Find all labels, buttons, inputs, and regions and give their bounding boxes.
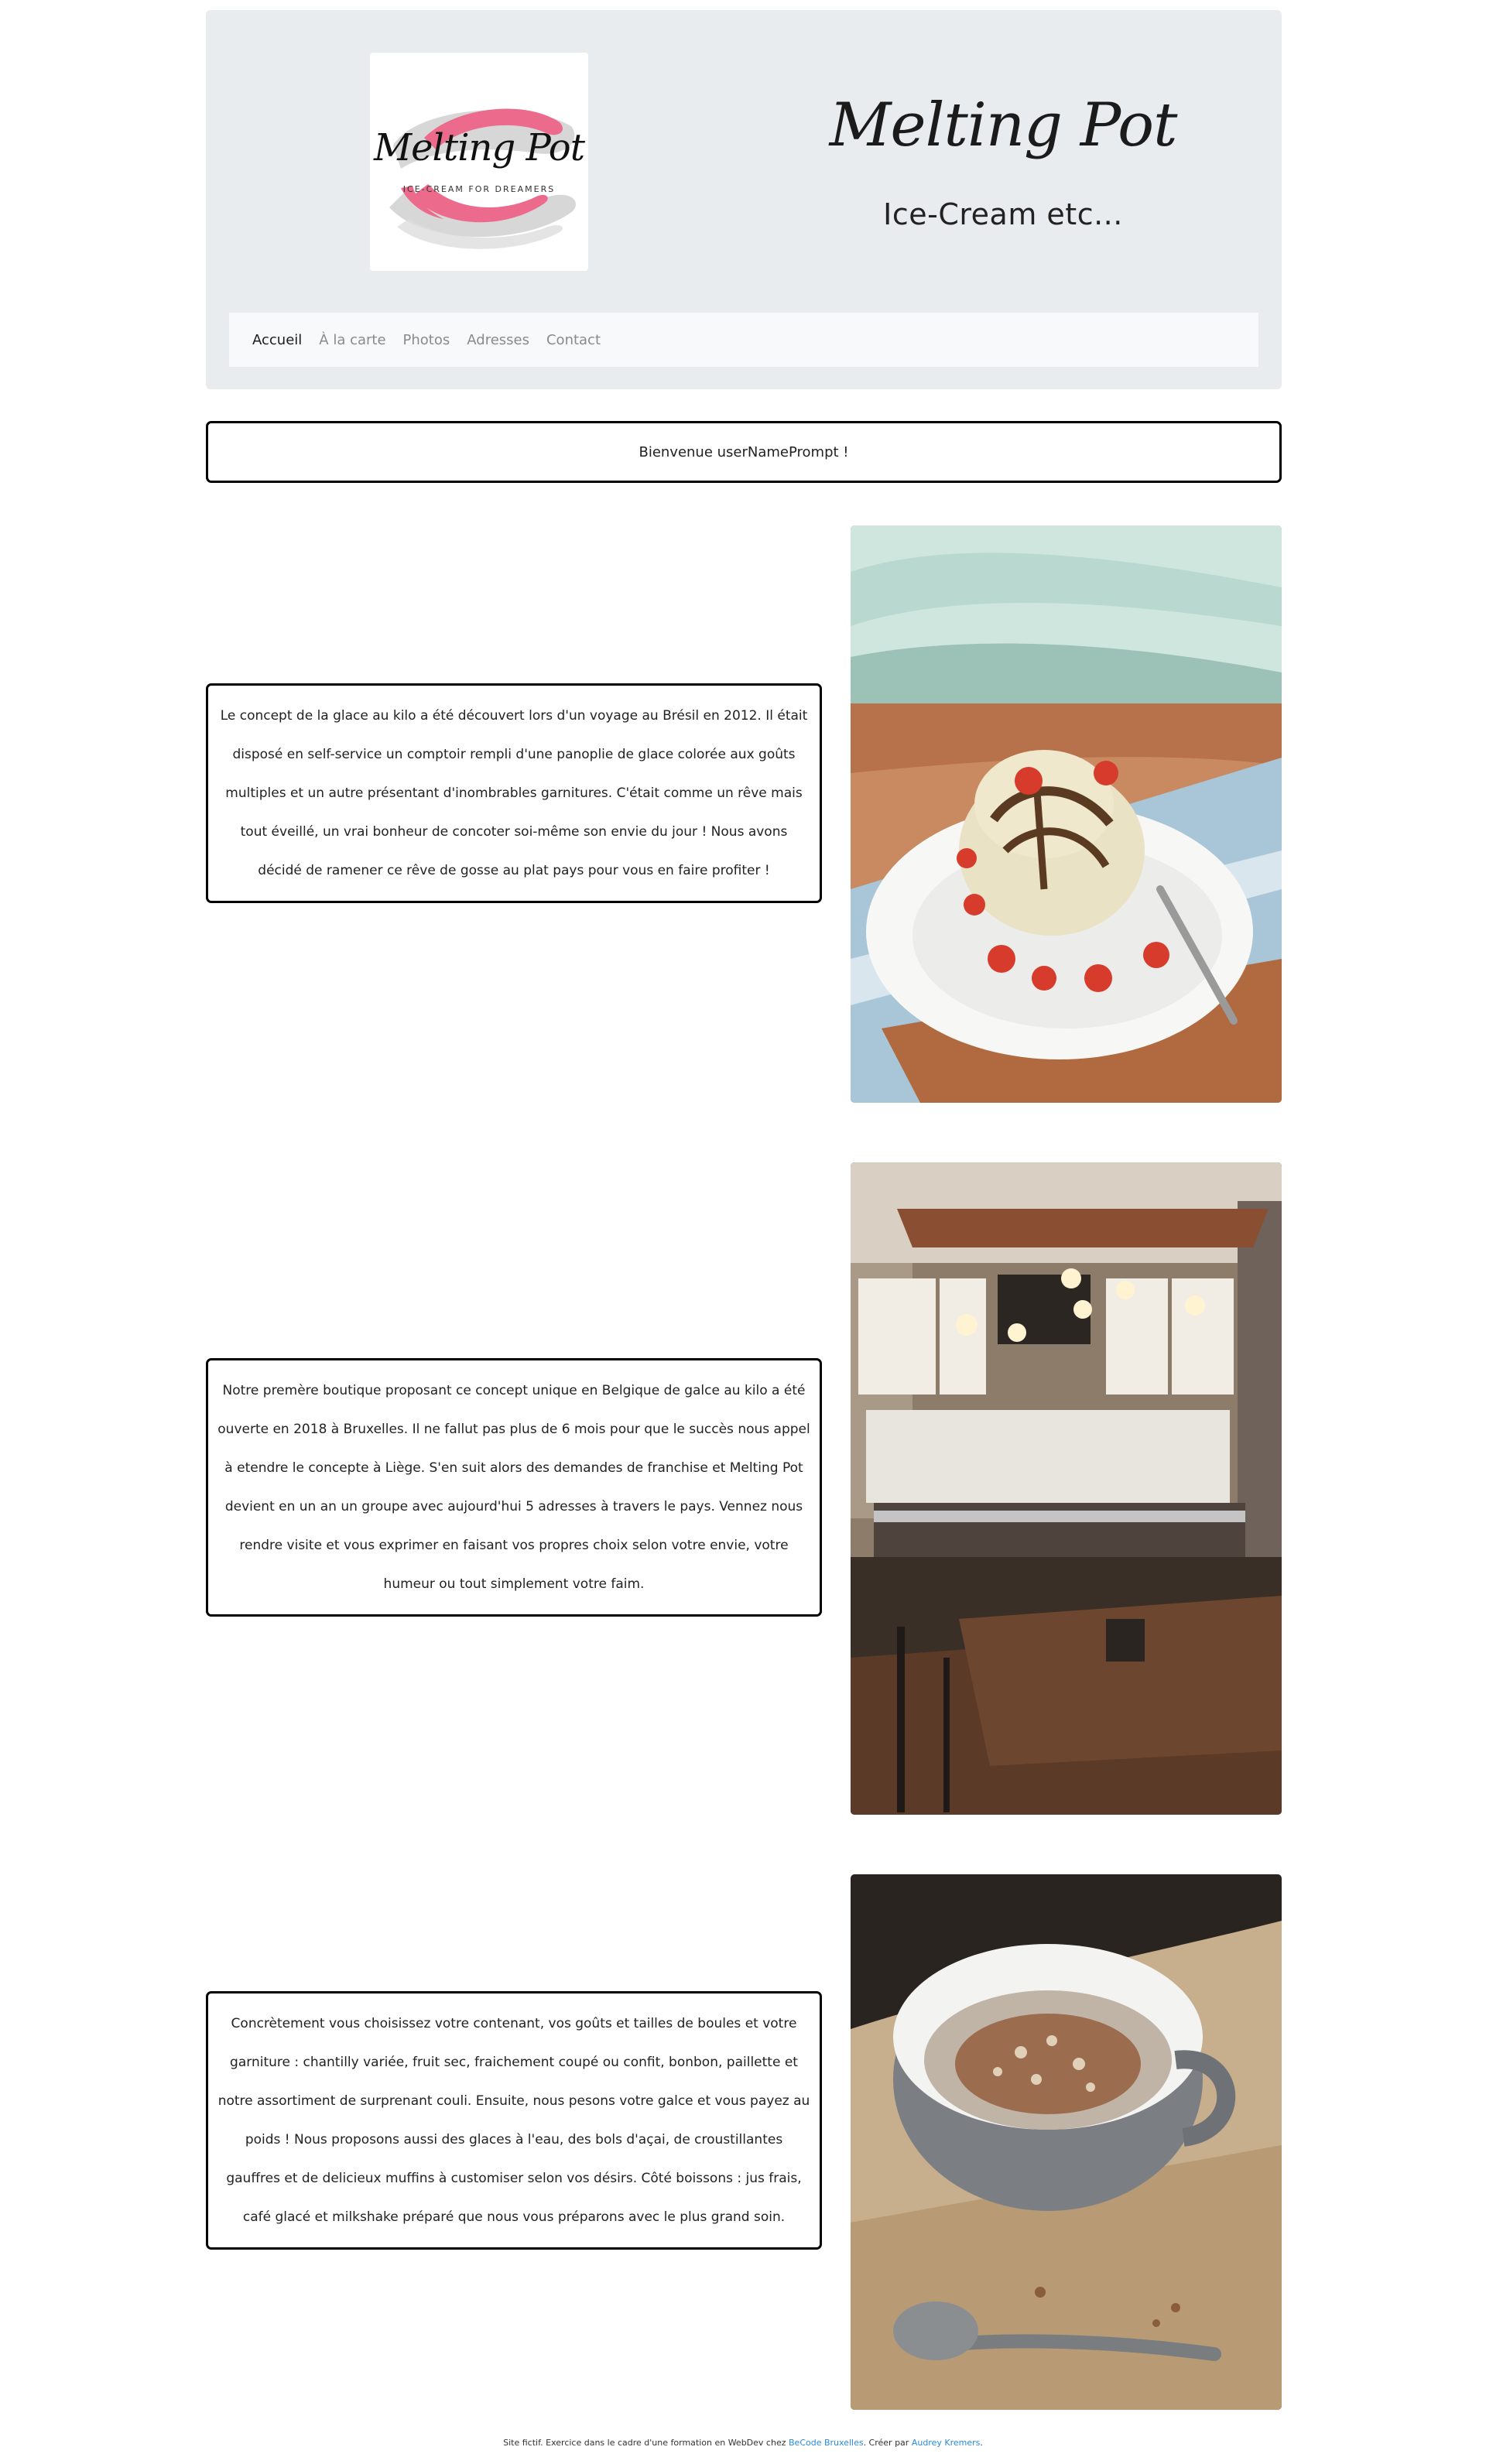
logo-brand-text: Melting Pot [374,126,585,169]
brand-logo[interactable]: Melting Pot ICE-CREAM FOR DREAMERS [370,53,588,271]
site-subtitle: Ice-Cream etc... [883,197,1123,231]
footer-link-author[interactable]: Audrey Kremers [912,2438,981,2448]
granola-bowl-photo [851,1874,1282,2410]
nav-item-photos[interactable]: Photos [403,332,450,348]
ice-cream-sundae-photo [851,525,1282,1103]
cafe-interior-photo [851,1162,1282,1815]
nav-item-contact[interactable]: Contact [546,332,601,348]
site-footer: Site fictif. Exercice dans le cadre d'un… [0,2438,1486,2448]
footer-end: . [980,2438,983,2448]
main-navbar: Accueil À la carte Photos Adresses Conta… [229,313,1258,367]
how-it-works-text-box: Concrètement vous choisissez votre conte… [206,1991,822,2250]
footer-text: Site fictif. Exercice dans le cadre d'un… [503,2438,786,2448]
footer-credit-text: . Créer par [863,2438,909,2448]
nav-item-a-la-carte[interactable]: À la carte [319,332,385,348]
history-text-box: Notre premère boutique proposant ce conc… [206,1358,822,1617]
welcome-banner: Bienvenue userNamePrompt ! [206,421,1282,483]
site-title: Melting Pot [829,91,1178,160]
logo-tagline: ICE-CREAM FOR DREAMERS [402,184,556,194]
footer-link-becode[interactable]: BeCode Bruxelles [789,2438,864,2448]
site-header: Melting Pot ICE-CREAM FOR DREAMERS Melti… [206,10,1282,389]
concept-text-box: Le concept de la glace au kilo a été déc… [206,683,822,903]
nav-item-adresses[interactable]: Adresses [467,332,529,348]
nav-item-accueil[interactable]: Accueil [252,332,302,348]
